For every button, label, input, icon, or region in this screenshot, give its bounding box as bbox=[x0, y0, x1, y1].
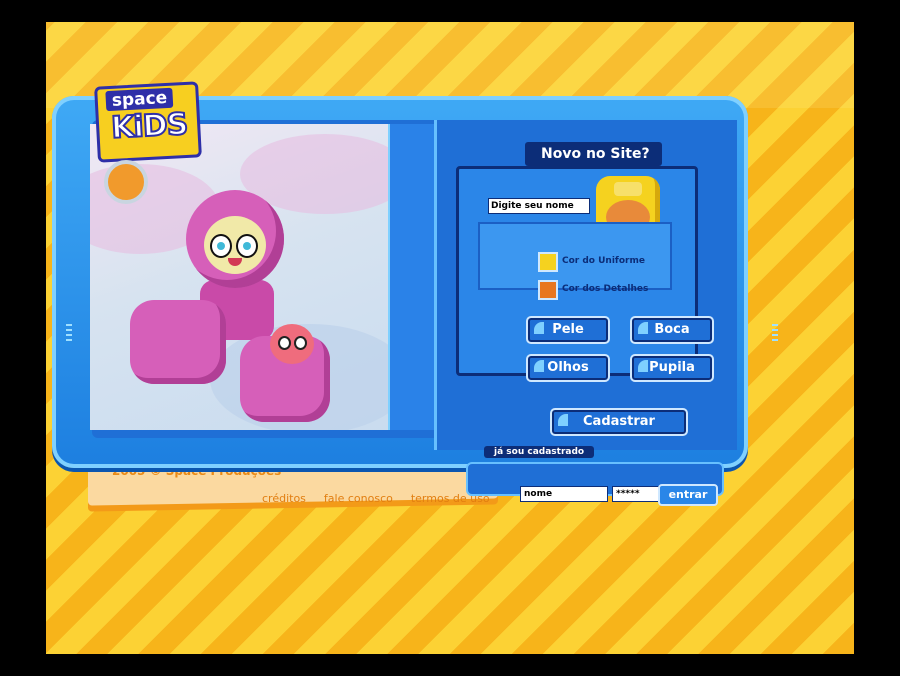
porthole-icon bbox=[104, 160, 148, 204]
pupil-button-label: Pupila bbox=[649, 360, 695, 375]
details-color-swatch[interactable] bbox=[538, 280, 558, 300]
eyes-button[interactable]: Olhos bbox=[526, 354, 610, 382]
eyes-button-label: Olhos bbox=[547, 360, 589, 375]
pink-critter bbox=[270, 324, 314, 364]
register-button[interactable]: Cadastrar bbox=[550, 408, 688, 436]
name-input[interactable]: Digite seu nome bbox=[488, 198, 590, 214]
uniform-color-label: Cor do Uniforme bbox=[562, 256, 645, 266]
robot-face bbox=[204, 216, 266, 274]
mouth-button[interactable]: Boca bbox=[630, 316, 714, 344]
robot-leg bbox=[130, 300, 226, 384]
login-label: já sou cadastrado bbox=[484, 446, 595, 458]
skin-button[interactable]: Pele bbox=[526, 316, 610, 344]
avatar-visor bbox=[614, 182, 642, 196]
login-submit-button[interactable]: entrar bbox=[658, 484, 718, 506]
robot-mouth bbox=[228, 258, 242, 266]
contact-link[interactable]: fale conosco bbox=[324, 492, 393, 505]
robot-head bbox=[186, 190, 284, 288]
register-button-label: Cadastrar bbox=[583, 414, 655, 429]
pupil-button[interactable]: Pupila bbox=[630, 354, 714, 382]
login-name-input[interactable]: nome bbox=[520, 486, 608, 502]
panel-divider bbox=[388, 124, 434, 430]
uniform-color-swatch[interactable] bbox=[538, 252, 558, 272]
skin-button-label: Pele bbox=[552, 322, 584, 337]
robot-eye bbox=[210, 234, 232, 258]
logo-kids-text: KiDS bbox=[109, 106, 189, 147]
credits-link[interactable]: créditos bbox=[262, 492, 306, 505]
spacekids-logo[interactable]: space KiDS bbox=[94, 81, 202, 163]
footer-links: créditos fale conosco termos de uso bbox=[262, 492, 490, 505]
right-grip bbox=[772, 324, 778, 342]
left-grip bbox=[66, 324, 72, 342]
signup-title: Novo no Site? bbox=[525, 142, 662, 166]
robot-eye bbox=[236, 234, 258, 258]
mouth-button-label: Boca bbox=[654, 322, 690, 337]
details-color-label: Cor dos Detalhes bbox=[562, 284, 649, 294]
